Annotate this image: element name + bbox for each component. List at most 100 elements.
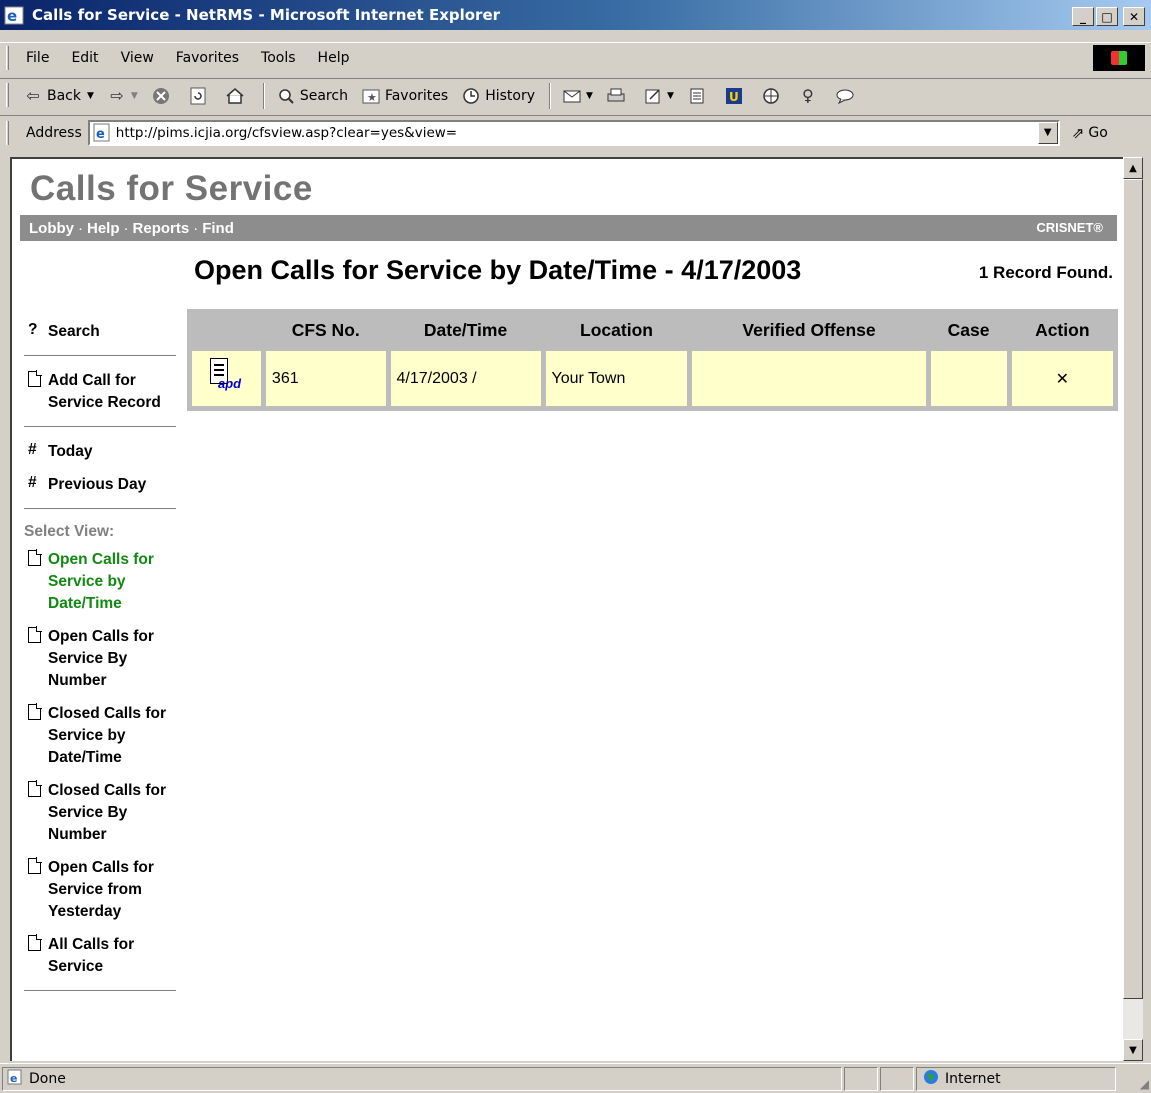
edit-button[interactable]: ▼	[642, 85, 674, 107]
address-dropdown-button[interactable]: ▼	[1037, 121, 1058, 144]
document-icon	[22, 780, 48, 802]
address-label: Address	[26, 124, 82, 141]
favorites-label: Favorites	[384, 87, 449, 104]
home-button[interactable]	[224, 85, 249, 107]
menu-file[interactable]: File	[26, 50, 49, 66]
toolbar-grip[interactable]	[6, 83, 9, 107]
zone-panel: Internet	[916, 1066, 1116, 1091]
nav-reports[interactable]: Reports	[133, 220, 190, 237]
toolbar-separator	[549, 82, 552, 109]
view-label-active: Open Calls for Service by Date/Time	[48, 551, 154, 612]
scroll-up-button[interactable]: ▲	[1123, 157, 1143, 179]
nav-find[interactable]: Find	[202, 220, 234, 237]
menu-tools[interactable]: Tools	[261, 50, 296, 66]
page-heading: Open Calls for Service by Date/Time - 4/…	[194, 255, 802, 285]
column-header-date-time[interactable]: Date/Time	[390, 311, 541, 349]
document-icon	[22, 370, 48, 392]
nav-separator: ·	[78, 219, 83, 237]
status-panel	[844, 1066, 878, 1091]
document-icon	[22, 857, 48, 879]
cfs-no-cell[interactable]: 361	[265, 351, 386, 406]
column-header-cfs-no[interactable]: CFS No.	[265, 311, 386, 349]
discuss-button[interactable]	[686, 85, 711, 107]
mail-button[interactable]: ▼	[561, 85, 593, 107]
favorites-button[interactable]: ★ Favorites	[360, 85, 448, 107]
menu-edit[interactable]: Edit	[71, 50, 98, 66]
toolbar-grip[interactable]	[6, 45, 9, 70]
nav-help[interactable]: Help	[87, 220, 120, 237]
menu-favorites[interactable]: Favorites	[176, 50, 239, 66]
nav-separator: ·	[193, 219, 199, 237]
table-header-row: CFS No. Date/Time Location Verified Offe…	[192, 311, 1113, 349]
maximize-button[interactable]: □	[1096, 7, 1118, 26]
print-button[interactable]	[605, 85, 630, 107]
window-title: Calls for Service - NetRMS - Microsoft I…	[32, 6, 501, 24]
internet-globe-icon	[923, 1069, 939, 1089]
go-label: Go	[1088, 124, 1108, 141]
toolbar-grip[interactable]	[6, 121, 9, 145]
discuss-icon	[686, 85, 708, 107]
back-arrow-icon: ⇦	[26, 86, 40, 105]
sidebar-item-add-record[interactable]: Add Call for Service Record	[22, 370, 182, 414]
sidebar-item-previous-day[interactable]: # Previous Day	[22, 474, 182, 496]
address-url[interactable]: http://pims.icjia.org/cfsview.asp?clear=…	[116, 125, 457, 141]
refresh-button[interactable]	[187, 85, 212, 107]
chevron-down-icon[interactable]: ▼	[667, 91, 674, 101]
delete-icon[interactable]: ✕	[1011, 351, 1113, 406]
chat-button[interactable]	[834, 85, 859, 107]
hash-icon: #	[28, 441, 37, 458]
address-input[interactable]: e http://pims.icjia.org/cfsview.asp?clea…	[87, 119, 1060, 146]
view-all-calls[interactable]: All Calls for Service	[22, 934, 182, 978]
messenger-button[interactable]: U	[723, 85, 748, 107]
view-closed-by-date[interactable]: Closed Calls for Service by Date/Time	[22, 703, 182, 769]
chevron-down-icon[interactable]: ▼	[131, 91, 138, 101]
view-label: Open Calls for Service from Yesterday	[48, 859, 154, 920]
report-cell[interactable]: apd	[192, 351, 261, 406]
status-panel	[880, 1066, 914, 1091]
column-header-location[interactable]: Location	[545, 311, 688, 349]
sidebar-item-label: Search	[48, 323, 100, 340]
nav-lobby[interactable]: Lobby	[29, 220, 74, 237]
sidebar-item-today[interactable]: # Today	[22, 441, 182, 463]
scroll-down-button[interactable]: ▼	[1123, 1039, 1143, 1061]
vertical-scrollbar[interactable]: ▲ ▼	[1123, 157, 1143, 1061]
close-window-button[interactable]: ✕	[1123, 7, 1145, 26]
resize-grip-icon[interactable]: ◢	[1140, 1077, 1149, 1091]
record-count: 1 Record Found.	[978, 263, 1113, 282]
go-button[interactable]: ⇗ Go	[1072, 124, 1108, 142]
stop-icon	[150, 85, 172, 107]
forward-button[interactable]: ⇨ ▼	[106, 85, 138, 107]
column-header-case[interactable]: Case	[930, 311, 1007, 349]
stop-button[interactable]	[150, 85, 175, 107]
scroll-thumb[interactable]	[1123, 179, 1143, 999]
chevron-down-icon[interactable]: ▼	[586, 91, 593, 101]
report-document-icon[interactable]: apd	[204, 356, 244, 396]
view-label: Closed Calls for Service by Date/Time	[48, 705, 166, 766]
sidebar: ? Search Add Call for Service Record # T…	[22, 309, 182, 1005]
person-icon: ♀	[802, 86, 814, 105]
status-panel: e Done	[2, 1066, 842, 1091]
column-header-verified-offense[interactable]: Verified Offense	[692, 311, 926, 349]
address-bar: Address e http://pims.icjia.org/cfsview.…	[0, 115, 1151, 149]
view-open-by-date[interactable]: Open Calls for Service by Date/Time	[22, 549, 182, 615]
search-button[interactable]: Search	[275, 85, 348, 107]
media-button[interactable]	[760, 85, 785, 107]
view-open-by-number[interactable]: Open Calls for Service By Number	[22, 626, 182, 692]
document-icon	[22, 626, 48, 648]
menu-view[interactable]: View	[121, 50, 154, 66]
back-button[interactable]: ⇦ Back ▼	[22, 85, 94, 107]
chevron-down-icon[interactable]: ▼	[87, 91, 94, 101]
forward-arrow-icon: ⇨	[110, 86, 124, 105]
app-title: Calls for Service	[30, 169, 313, 208]
minimize-button[interactable]: _	[1072, 7, 1094, 26]
history-button[interactable]: History	[460, 85, 535, 107]
view-open-from-yesterday[interactable]: Open Calls for Service from Yesterday	[22, 857, 182, 923]
speech-bubble-icon	[834, 85, 856, 107]
view-label: Open Calls for Service By Number	[48, 628, 154, 689]
menu-help[interactable]: Help	[318, 50, 350, 66]
sidebar-item-search[interactable]: ? Search	[22, 321, 182, 343]
verified-offense-cell	[692, 351, 926, 406]
column-header-action: Action	[1011, 311, 1113, 349]
contact-button[interactable]: ♀	[797, 85, 822, 107]
view-closed-by-number[interactable]: Closed Calls for Service By Number	[22, 780, 182, 846]
